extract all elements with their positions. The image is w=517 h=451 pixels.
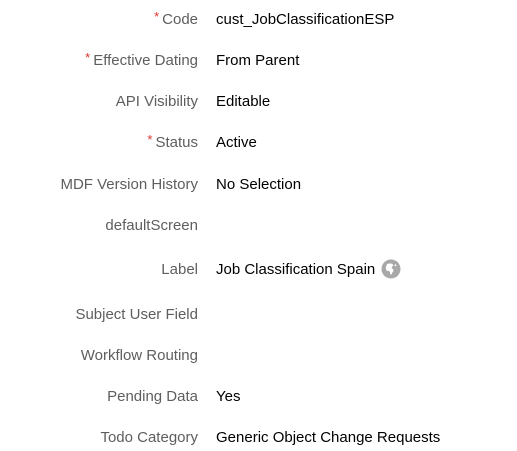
required-marker: * <box>85 49 91 65</box>
field-value[interactable]: No Selection <box>216 176 301 193</box>
field-value-text: Active <box>216 133 257 151</box>
required-marker: * <box>154 8 160 24</box>
field-value-text: Generic Object Change Requests <box>216 428 441 446</box>
field-value[interactable]: Yes <box>216 388 240 405</box>
field-label: * Status <box>0 131 200 151</box>
field-value-text: Job Classification Spain <box>216 260 376 278</box>
field-label: Workflow Routing <box>0 347 200 364</box>
field-value[interactable]: cust_JobClassificationESP <box>216 11 394 28</box>
globe-icon[interactable] <box>381 259 401 279</box>
field-row-subject-user-field: Subject User Field <box>0 304 517 324</box>
field-label: Todo Category <box>0 429 200 446</box>
required-marker: * <box>147 131 153 147</box>
field-row-label: Label Job Classification Spain <box>0 259 517 279</box>
field-label-text: Label <box>161 260 198 278</box>
field-label: Label <box>0 261 200 278</box>
field-label-text: defaultScreen <box>105 216 198 234</box>
field-label: MDF Version History <box>0 176 200 193</box>
field-row-default-screen: defaultScreen <box>0 215 517 235</box>
field-value[interactable]: Active <box>216 134 257 151</box>
field-value[interactable]: From Parent <box>216 52 299 69</box>
field-value-text: From Parent <box>216 51 300 69</box>
field-row-status: * Status Active <box>0 132 517 152</box>
field-row-code: * Code cust_JobClassificationESP <box>0 9 517 29</box>
field-row-api-visibility: API Visibility Editable <box>0 91 517 111</box>
field-label-text: Status <box>155 133 198 151</box>
field-label-text: Subject User Field <box>75 305 198 323</box>
field-label: defaultScreen <box>0 217 200 234</box>
field-row-workflow-routing: Workflow Routing <box>0 345 517 365</box>
field-row-pending-data: Pending Data Yes <box>0 386 517 406</box>
field-value-text: cust_JobClassificationESP <box>216 10 395 28</box>
field-label: * Code <box>0 8 200 28</box>
field-label: Pending Data <box>0 388 200 405</box>
field-label-text: Pending Data <box>107 387 198 405</box>
field-row-effective-dating: * Effective Dating From Parent <box>0 50 517 70</box>
field-label-text: Todo Category <box>100 428 198 446</box>
field-value[interactable]: Job Classification Spain <box>216 259 401 279</box>
field-label: API Visibility <box>0 93 200 110</box>
field-value-text: Yes <box>216 387 241 405</box>
field-row-mdf-version-history: MDF Version History No Selection <box>0 174 517 194</box>
object-definition-form: * Code cust_JobClassificationESP * Effecti… <box>0 0 517 451</box>
field-value[interactable]: Generic Object Change Requests <box>216 429 440 446</box>
field-label-text: API Visibility <box>115 92 198 110</box>
field-label-text: Workflow Routing <box>80 346 198 364</box>
field-value[interactable]: Editable <box>216 93 270 110</box>
field-value-text: Editable <box>216 92 271 110</box>
field-value-text: No Selection <box>216 175 302 193</box>
field-label-text: Code <box>162 10 198 28</box>
field-row-todo-category: Todo Category Generic Object Change Requ… <box>0 427 517 447</box>
field-label-text: Effective Dating <box>93 51 198 69</box>
field-label: Subject User Field <box>0 306 200 323</box>
field-label-text: MDF Version History <box>60 175 198 193</box>
field-label: * Effective Dating <box>0 49 200 69</box>
